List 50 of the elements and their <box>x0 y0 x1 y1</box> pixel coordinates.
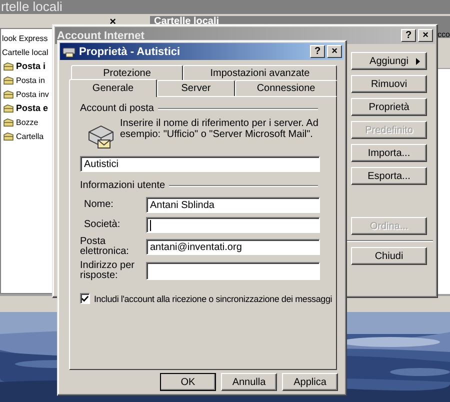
input-field[interactable]: Antani Sblinda <box>146 197 320 213</box>
dialog-button[interactable]: Applica <box>282 373 338 391</box>
window-title: Proprietà - Autistici <box>79 46 180 58</box>
action-button[interactable]: Chiudi <box>351 247 427 265</box>
column-header: cco <box>438 30 450 39</box>
tab[interactable]: Connessione <box>235 80 337 96</box>
folder-item[interactable]: Posta i <box>16 61 46 71</box>
submenu-arrow-icon <box>416 58 420 65</box>
tab[interactable]: Protezione <box>71 65 183 80</box>
checkbox-label: Includi l'account alla ricezione o sincronizzazione dei messaggi <box>94 294 332 304</box>
close-icon[interactable]: × <box>110 16 116 28</box>
account-name-field[interactable]: Autistici <box>80 156 320 172</box>
folder-icon <box>3 132 14 140</box>
action-button[interactable]: Aggiungi <box>351 52 427 70</box>
input-field[interactable]: antani@inventati.org <box>146 239 320 255</box>
help-button[interactable]: ? <box>310 45 325 58</box>
folder-icon <box>3 118 14 126</box>
folder-icon <box>3 62 14 70</box>
tab[interactable]: Generale <box>69 79 157 97</box>
folder-item[interactable]: look Express <box>2 34 48 42</box>
action-button[interactable]: Proprietà <box>351 98 427 116</box>
window-title: rtelle locali <box>0 0 450 14</box>
folder-icon <box>3 104 14 112</box>
folder-item[interactable]: Posta inv <box>16 90 49 98</box>
input-field[interactable] <box>146 262 320 280</box>
input-field[interactable] <box>146 217 320 233</box>
checkbox[interactable] <box>80 293 90 304</box>
close-button[interactable]: × <box>327 45 342 58</box>
folder-item[interactable]: Bozze <box>16 118 38 126</box>
action-button[interactable]: Importa... <box>351 144 427 162</box>
folder-icon <box>3 90 14 98</box>
folder-item[interactable]: Cartella <box>16 132 44 140</box>
field-label: Posta elettronica: <box>80 237 130 257</box>
dialog-button[interactable]: OK <box>160 373 216 391</box>
instruction-text: Inserire il nome di riferimento per i server. Ad esempio: "Ufficio" o "Server Microsoft Mail". <box>120 118 320 142</box>
action-button[interactable]: Esporta... <box>351 167 427 185</box>
field-label: Indirizzo per risposte: <box>80 261 135 281</box>
action-button[interactable]: Rimuovi <box>351 75 427 93</box>
field-label: Nome: <box>83 200 114 210</box>
folder-item[interactable]: Cartelle local <box>2 48 48 56</box>
folder-item[interactable]: Posta e <box>16 103 48 113</box>
group-heading: Informazioni utente <box>80 180 166 191</box>
dialog-button[interactable]: Annulla <box>221 373 277 391</box>
field-label: Società: <box>83 220 122 230</box>
group-heading: Account di posta <box>80 103 154 114</box>
window-title: Account Internet <box>57 30 144 42</box>
tab[interactable]: Server <box>157 80 235 96</box>
folder-item[interactable]: Posta in <box>16 76 45 84</box>
tab[interactable]: Impostazioni avanzate <box>183 65 337 80</box>
folder-icon <box>3 76 14 84</box>
